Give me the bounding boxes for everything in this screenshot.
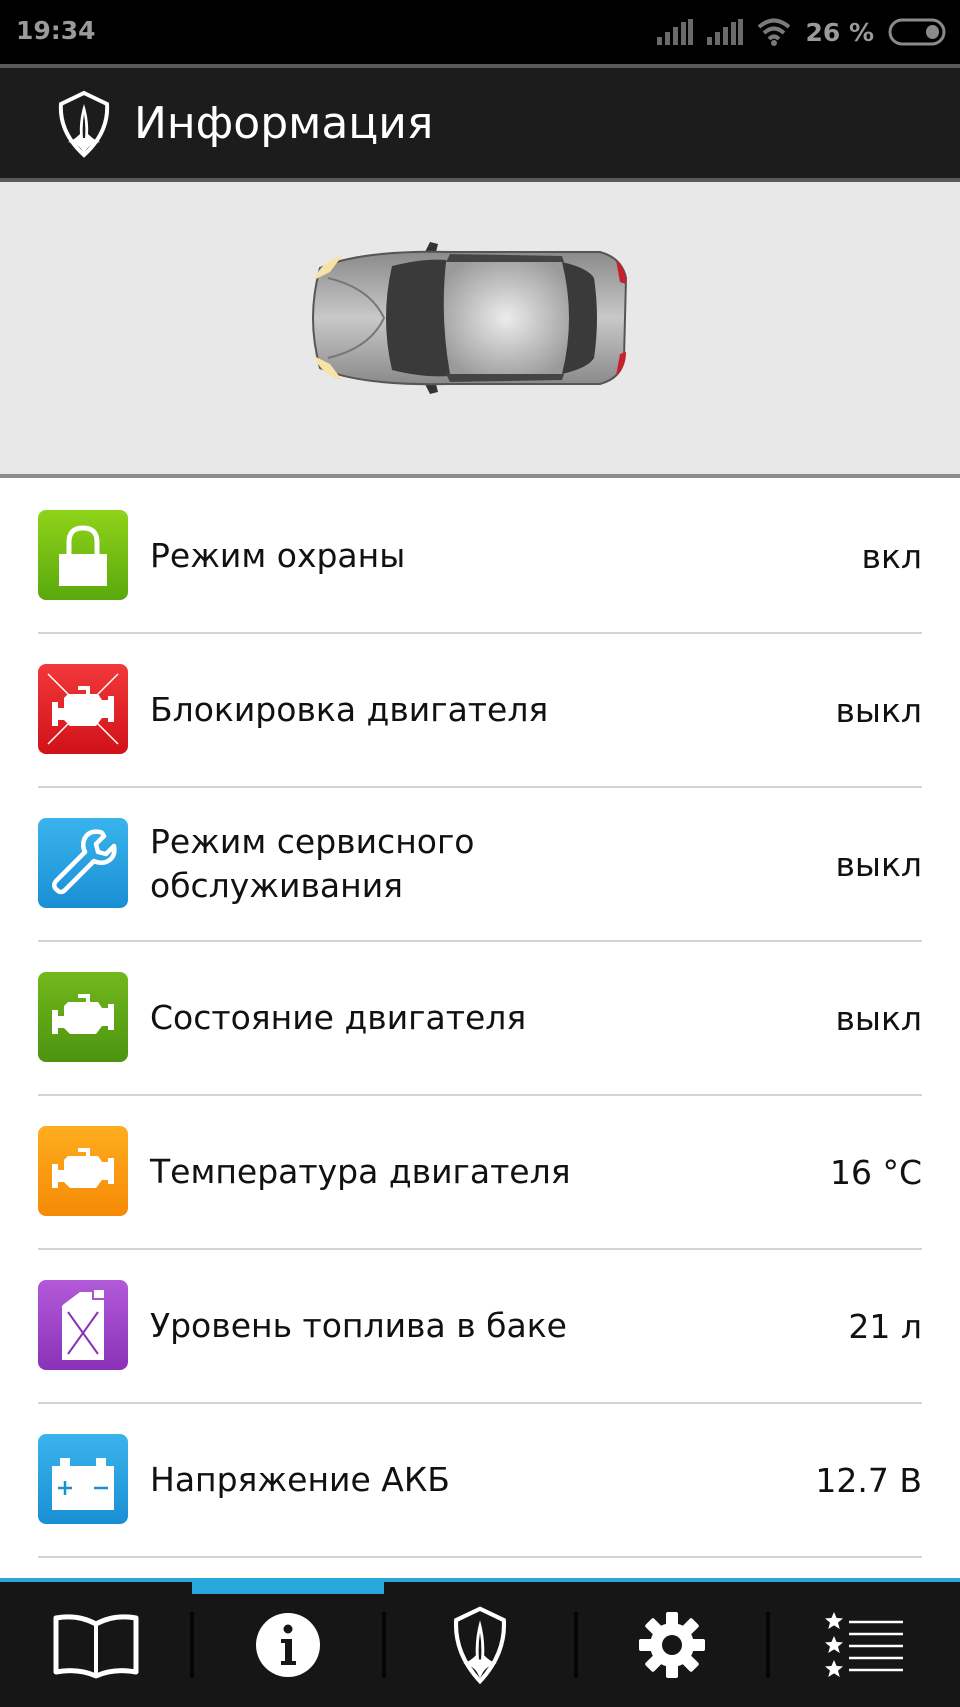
list-item-engine-block[interactable]: Блокировка двигателя выкл [38,634,922,788]
item-label: Режим сервисного обслуживания [150,822,475,905]
info-list: Режим охраны вкл Блокировка двигателя вы… [0,480,960,1558]
item-value: вкл [861,536,922,576]
nav-item-info[interactable] [192,1582,384,1707]
car-status-panel [0,182,960,478]
status-time: 19:34 [16,16,96,45]
info-icon [256,1612,320,1677]
car-top-view-icon[interactable] [300,238,660,398]
rated-list-icon [825,1611,903,1677]
item-label: Блокировка двигателя [150,690,549,729]
item-label: Режим охраны [150,536,406,575]
item-label: Температура двигателя [150,1152,571,1191]
signal-icon [707,19,744,45]
engine-blocked-icon [38,664,128,754]
engine-icon [38,972,128,1062]
list-item-security-mode[interactable]: Режим охраны вкл [38,480,922,634]
item-label: Состояние двигателя [150,998,527,1037]
gear-icon [639,1611,705,1678]
app-bar: Информация [0,64,960,182]
page-title: Информация [134,98,434,149]
list-item-battery-voltage[interactable]: Напряжение АКБ 12.7 В [38,1404,922,1558]
nav-item-settings[interactable] [576,1582,768,1707]
item-value: выкл [835,690,922,730]
item-value: 16 °C [829,1152,922,1192]
alarm-logo-icon [453,1605,507,1684]
item-value: 21 л [848,1306,922,1346]
signal-icon [657,19,694,45]
book-icon [53,1613,139,1678]
list-item-fuel-level[interactable]: Уровень топлива в баке 21 л [38,1250,922,1404]
item-value: выкл [835,998,922,1038]
nav-item-manual[interactable] [0,1582,192,1707]
fuel-canister-icon [38,1280,128,1370]
bottom-nav [0,1578,960,1707]
list-item-service-mode[interactable]: Режим сервисного обслуживания выкл [38,788,922,942]
item-value: выкл [835,844,922,884]
nav-item-features[interactable] [768,1582,960,1707]
battery-icon [888,18,946,46]
item-label: Уровень топлива в баке [150,1306,567,1345]
lock-icon [38,510,128,600]
wifi-icon [758,18,791,46]
alarm-logo-icon [56,90,112,162]
item-label: Напряжение АКБ [150,1460,450,1499]
list-item-engine-state[interactable]: Состояние двигателя выкл [38,942,922,1096]
item-value: 12.7 В [815,1460,922,1500]
status-bar: 19:34 26 % [0,0,960,64]
battery-percent: 26 % [805,17,874,47]
nav-item-alarm[interactable] [384,1582,576,1707]
engine-icon [38,1126,128,1216]
status-icons: 26 % [657,14,946,50]
wrench-icon [38,818,128,908]
list-item-engine-temperature[interactable]: Температура двигателя 16 °C [38,1096,922,1250]
battery-car-icon [38,1434,128,1524]
